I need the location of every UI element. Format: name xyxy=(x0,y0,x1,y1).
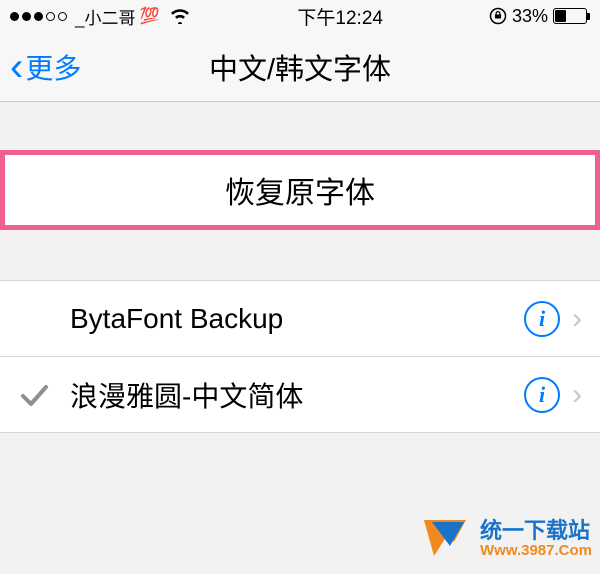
status-right: 33% xyxy=(489,6,590,27)
watermark-text: 统一下载站 Www.3987.Com xyxy=(480,519,592,560)
font-row-bytafont-backup[interactable]: BytaFont Backup i › xyxy=(0,281,600,357)
status-bar: _小二哥 💯 下午12:24 33% xyxy=(0,0,600,32)
watermark-title: 统一下载站 xyxy=(480,519,592,543)
selection-indicator xyxy=(18,379,70,411)
restore-font-button[interactable]: 恢复原字体 xyxy=(5,155,595,225)
font-row-langmanyayuan[interactable]: 浪漫雅圆-中文简体 i › xyxy=(0,357,600,433)
restore-label: 恢复原字体 xyxy=(225,168,375,212)
watermark: 统一下载站 Www.3987.Com xyxy=(420,512,592,566)
battery-icon xyxy=(553,8,590,24)
carrier-label: _小二哥 xyxy=(75,4,135,29)
section-spacer xyxy=(0,230,600,280)
info-icon[interactable]: i xyxy=(524,301,560,337)
chevron-right-icon: › xyxy=(572,302,582,336)
checkmark-icon xyxy=(18,379,50,411)
signal-strength-icon xyxy=(10,12,67,21)
info-icon[interactable]: i xyxy=(524,377,560,413)
wifi-icon xyxy=(169,8,191,24)
section-spacer xyxy=(0,102,600,150)
chevron-left-icon: ‹ xyxy=(10,47,23,87)
hundred-emoji: 💯 xyxy=(139,6,159,26)
restore-section: 恢复原字体 xyxy=(0,150,600,230)
chevron-right-icon: › xyxy=(572,378,582,412)
back-label: 更多 xyxy=(25,47,81,87)
watermark-logo-icon xyxy=(420,512,474,566)
battery-percent: 33% xyxy=(512,6,548,27)
status-time: 下午12:24 xyxy=(191,3,489,30)
watermark-url: Www.3987.Com xyxy=(480,543,592,560)
back-button[interactable]: ‹ 更多 xyxy=(0,47,81,87)
orientation-lock-icon xyxy=(489,7,507,25)
font-name: BytaFont Backup xyxy=(70,303,524,335)
font-name: 浪漫雅圆-中文简体 xyxy=(70,375,524,415)
page-title: 中文/韩文字体 xyxy=(0,46,600,88)
status-left: _小二哥 💯 xyxy=(10,4,191,29)
navigation-bar: ‹ 更多 中文/韩文字体 xyxy=(0,32,600,102)
font-list: BytaFont Backup i › 浪漫雅圆-中文简体 i › xyxy=(0,280,600,433)
